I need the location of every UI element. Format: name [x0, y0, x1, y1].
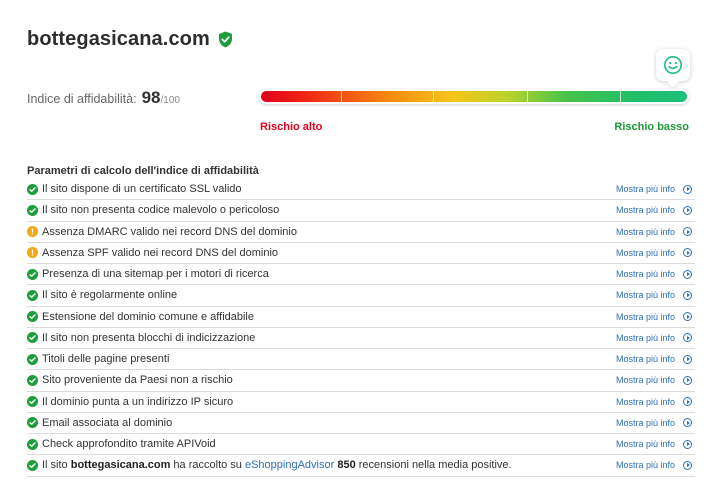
risk-low-label: Rischio basso — [614, 121, 689, 133]
eshoppingadvisor-link[interactable]: eShoppingAdvisor — [245, 459, 334, 471]
more-info-link[interactable]: Mostra più info — [616, 269, 675, 279]
arrow-circle-right-icon[interactable] — [683, 312, 692, 322]
arrow-circle-right-icon[interactable] — [683, 460, 692, 470]
more-info-link[interactable]: Mostra più info — [616, 418, 675, 428]
reliability-score: Indice di affidabilità: 98 /100 — [27, 88, 180, 108]
param-text: Il dominio punta a un indirizzo IP sicur… — [42, 395, 234, 408]
param-row: Estensione del dominio comune e affidabi… — [27, 307, 695, 328]
param-text: Presenza di una sitemap per i motori di … — [42, 268, 269, 281]
reliability-meter-gradient — [261, 91, 687, 102]
more-info-link[interactable]: Mostra più info — [616, 460, 675, 470]
arrow-circle-right-icon[interactable] — [683, 439, 692, 449]
param-text-part: Il sito — [42, 459, 71, 472]
site-header: bottegasicana.com — [27, 28, 233, 51]
check-circle-icon — [27, 289, 38, 301]
param-row: Check approfondito tramite APIVoid Mostra… — [27, 434, 695, 456]
param-text: Il sito non presenta codice malevolo o p… — [42, 204, 280, 217]
more-info-link[interactable]: Mostra più info — [616, 290, 675, 300]
check-circle-icon — [27, 417, 38, 429]
more-info-link[interactable]: Mostra più info — [616, 184, 675, 194]
arrow-circle-right-icon[interactable] — [683, 397, 692, 407]
more-info-link[interactable]: Mostra più info — [616, 397, 675, 407]
param-row: Il sito dispone di un certificato SSL va… — [27, 179, 695, 201]
meter-tick — [527, 91, 528, 102]
param-text: Assenza SPF valido nei record DNS del do… — [42, 246, 279, 259]
arrow-circle-right-icon[interactable] — [683, 184, 692, 194]
param-row: Il dominio punta a un indirizzo IP sicur… — [27, 392, 695, 413]
arrow-circle-right-icon[interactable] — [683, 269, 692, 279]
arrow-circle-right-icon[interactable] — [683, 418, 692, 428]
param-row: Assenza SPF valido nei record DNS del do… — [27, 243, 695, 264]
check-circle-icon — [27, 459, 38, 471]
check-circle-icon — [27, 332, 38, 344]
more-info-link[interactable]: Mostra più info — [616, 248, 675, 258]
param-text-part: ha raccolto su — [170, 459, 245, 472]
arrow-circle-right-icon[interactable] — [683, 375, 692, 385]
param-text: Il sito bottegasicana.com ha raccolto su… — [42, 459, 512, 471]
param-text: Estensione del dominio comune e affidabi… — [42, 310, 254, 323]
params-title: Parametri di calcolo dell'indice di affi… — [27, 165, 259, 177]
arrow-circle-right-icon[interactable] — [683, 354, 692, 364]
param-text: Check approfondito tramite APIVoid — [42, 438, 216, 451]
check-circle-icon — [27, 353, 38, 365]
param-text-part: bottegasicana.com — [70, 459, 171, 472]
arrow-circle-right-icon[interactable] — [683, 333, 692, 343]
param-row: Il sito non presenta blocchi di indicizz… — [27, 328, 695, 349]
arrow-circle-right-icon[interactable] — [683, 227, 692, 237]
param-text: Titoli delle pagine presenti — [42, 353, 170, 366]
param-text: Il sito non presenta blocchi di indicizz… — [42, 331, 256, 344]
more-info-link[interactable]: Mostra più info — [616, 333, 675, 343]
risk-high-label: Rischio alto — [260, 121, 323, 133]
check-circle-icon — [27, 396, 38, 408]
param-row: Sito proveniente da Paesi non a rischio M… — [27, 370, 695, 392]
params-list: Il sito dispone di un certificato SSL va… — [27, 179, 695, 477]
score-max: /100 — [160, 95, 180, 106]
param-row: Presenza di una sitemap per i motori di … — [27, 264, 695, 286]
arrow-circle-right-icon[interactable] — [683, 290, 692, 300]
check-circle-icon — [27, 268, 38, 280]
check-circle-icon — [27, 438, 38, 450]
param-row: Il sito non presenta codice malevolo o p… — [27, 200, 695, 222]
warning-circle-icon — [27, 226, 38, 238]
more-info-link[interactable]: Mostra più info — [616, 354, 675, 364]
param-text: Assenza DMARC valido nei record DNS del … — [42, 225, 297, 238]
more-info-link[interactable]: Mostra più info — [616, 312, 675, 322]
check-circle-icon — [27, 204, 38, 216]
check-circle-icon — [27, 374, 38, 386]
param-text-part: recensioni nella media positive. — [355, 459, 512, 472]
param-row: Il sito bottegasicana.com ha raccolto su… — [27, 455, 695, 477]
param-row: Email associata al dominio Mostra più inf… — [27, 413, 695, 434]
param-row: Assenza DMARC valido nei record DNS del … — [27, 222, 695, 243]
score-value: 98 — [141, 88, 161, 107]
meter-tick — [620, 91, 621, 102]
param-text: Il sito è regolarmente online — [42, 289, 178, 302]
more-info-link[interactable]: Mostra più info — [616, 205, 675, 215]
arrow-circle-right-icon[interactable] — [683, 205, 692, 215]
check-circle-icon — [27, 311, 38, 323]
warning-circle-icon — [27, 247, 38, 259]
param-text: Il sito dispone di un certificato SSL va… — [42, 183, 242, 196]
meter-tick — [341, 91, 342, 102]
param-row: Il sito è regolarmente online Mostra più … — [27, 285, 695, 307]
arrow-circle-right-icon[interactable] — [683, 248, 692, 258]
more-info-link[interactable]: Mostra più info — [616, 439, 675, 449]
site-title: bottegasicana.com — [27, 28, 210, 50]
reliability-meter — [259, 89, 689, 104]
param-text-part: 850 — [337, 459, 356, 472]
param-row: Titoli delle pagine presenti Mostra più i… — [27, 349, 695, 371]
more-info-link[interactable]: Mostra più info — [616, 227, 675, 237]
param-text: Sito proveniente da Paesi non a rischio — [42, 374, 233, 387]
smiley-face-icon — [664, 56, 682, 74]
check-circle-icon — [27, 183, 38, 195]
score-indicator — [656, 49, 690, 81]
score-label: Indice di affidabilità: — [27, 92, 137, 106]
more-info-link[interactable]: Mostra più info — [616, 375, 675, 385]
shield-check-icon — [218, 31, 233, 48]
param-text: Email associata al dominio — [42, 416, 173, 429]
meter-tick — [433, 91, 434, 102]
